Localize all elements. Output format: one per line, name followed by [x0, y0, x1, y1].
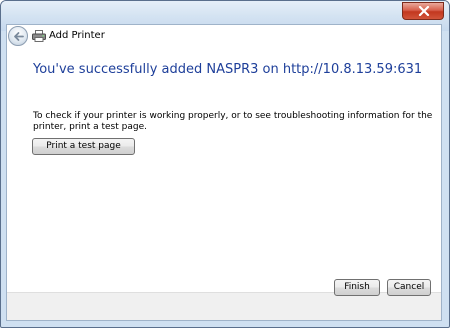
close-icon [418, 6, 430, 16]
print-test-page-button[interactable]: Print a test page [32, 138, 135, 155]
instruction-text: To check if your printer is working prop… [33, 111, 433, 132]
success-heading: You've successfully added NASPR3 on http… [33, 62, 423, 77]
printer-icon [32, 30, 46, 42]
back-button[interactable] [8, 26, 28, 46]
cancel-button[interactable]: Cancel [387, 279, 431, 296]
finish-button[interactable]: Finish [334, 279, 380, 296]
wizard-content: Add Printer You've successfully added NA… [6, 24, 442, 321]
wizard-title: Add Printer [49, 30, 105, 41]
close-button[interactable] [402, 2, 444, 20]
back-arrow-icon [14, 32, 24, 41]
footer-bar [7, 292, 441, 320]
wizard-nav-bar: Add Printer [7, 25, 441, 49]
add-printer-window: Add Printer You've successfully added NA… [0, 0, 450, 328]
